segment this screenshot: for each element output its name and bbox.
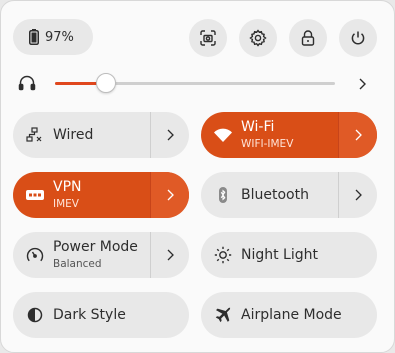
power-mode-value: Balanced bbox=[53, 258, 102, 270]
night-light-icon bbox=[213, 245, 233, 265]
chevron-right-icon bbox=[165, 187, 175, 203]
vpn-connection-name: IMEV bbox=[53, 198, 79, 210]
headphones-icon[interactable] bbox=[17, 73, 37, 93]
wifi-tile: Wi-Fi WIFI-IMEV bbox=[201, 112, 377, 158]
wired-network-icon bbox=[25, 125, 45, 145]
battery-percent: 97% bbox=[45, 29, 74, 45]
lock-icon bbox=[301, 30, 315, 46]
wifi-icon bbox=[213, 125, 233, 145]
wifi-title: Wi-Fi bbox=[241, 119, 275, 135]
wired-menu-button[interactable] bbox=[150, 112, 189, 158]
airplane-mode-title: Airplane Mode bbox=[241, 307, 342, 323]
airplane-icon bbox=[213, 305, 233, 325]
bluetooth-tile: Bluetooth bbox=[201, 172, 377, 218]
vpn-title: VPN bbox=[53, 179, 82, 195]
chevron-right-icon bbox=[353, 187, 363, 203]
wired-toggle[interactable]: Wired bbox=[13, 112, 151, 158]
chevron-right-icon[interactable] bbox=[355, 74, 369, 94]
power-mode-menu-button[interactable] bbox=[150, 232, 189, 278]
lock-button[interactable] bbox=[289, 19, 327, 57]
airplane-mode-tile[interactable]: Airplane Mode bbox=[201, 292, 377, 338]
bluetooth-menu-button[interactable] bbox=[338, 172, 377, 218]
battery-indicator[interactable]: 97% bbox=[13, 19, 93, 55]
screenshot-button[interactable] bbox=[189, 19, 227, 57]
vpn-menu-button[interactable] bbox=[150, 172, 189, 218]
settings-icon bbox=[249, 29, 267, 47]
wired-title: Wired bbox=[53, 127, 94, 143]
bluetooth-icon bbox=[213, 185, 233, 205]
wifi-menu-button[interactable] bbox=[338, 112, 377, 158]
bluetooth-title: Bluetooth bbox=[241, 187, 309, 203]
chevron-right-icon bbox=[165, 127, 175, 143]
bluetooth-toggle[interactable]: Bluetooth bbox=[201, 172, 339, 218]
battery-icon bbox=[29, 29, 39, 45]
wired-tile: Wired bbox=[13, 112, 189, 158]
quick-settings-panel: 97% Wired Wi-Fi WIFI-IMEV VPN IMEV Bluet… bbox=[0, 0, 395, 353]
volume-slider-thumb[interactable] bbox=[96, 73, 117, 93]
dark-style-icon bbox=[25, 305, 45, 325]
wifi-network-name: WIFI-IMEV bbox=[241, 138, 294, 150]
vpn-tile: VPN IMEV bbox=[13, 172, 189, 218]
power-mode-toggle[interactable]: Power Mode Balanced bbox=[13, 232, 151, 278]
chevron-right-icon bbox=[353, 127, 363, 143]
dark-style-tile[interactable]: Dark Style bbox=[13, 292, 189, 338]
vpn-icon bbox=[25, 185, 45, 205]
settings-button[interactable] bbox=[239, 19, 277, 57]
night-light-tile[interactable]: Night Light bbox=[201, 232, 377, 278]
dark-style-title: Dark Style bbox=[53, 307, 126, 323]
power-mode-gauge-icon bbox=[25, 245, 45, 265]
screenshot-icon bbox=[200, 30, 216, 46]
volume-slider[interactable] bbox=[55, 73, 335, 93]
wifi-toggle[interactable]: Wi-Fi WIFI-IMEV bbox=[201, 112, 339, 158]
power-mode-tile: Power Mode Balanced bbox=[13, 232, 189, 278]
power-icon bbox=[350, 30, 366, 46]
power-button[interactable] bbox=[339, 19, 377, 57]
power-mode-title: Power Mode bbox=[53, 239, 138, 255]
vpn-toggle[interactable]: VPN IMEV bbox=[13, 172, 151, 218]
chevron-right-icon bbox=[165, 247, 175, 263]
night-light-title: Night Light bbox=[241, 247, 318, 263]
